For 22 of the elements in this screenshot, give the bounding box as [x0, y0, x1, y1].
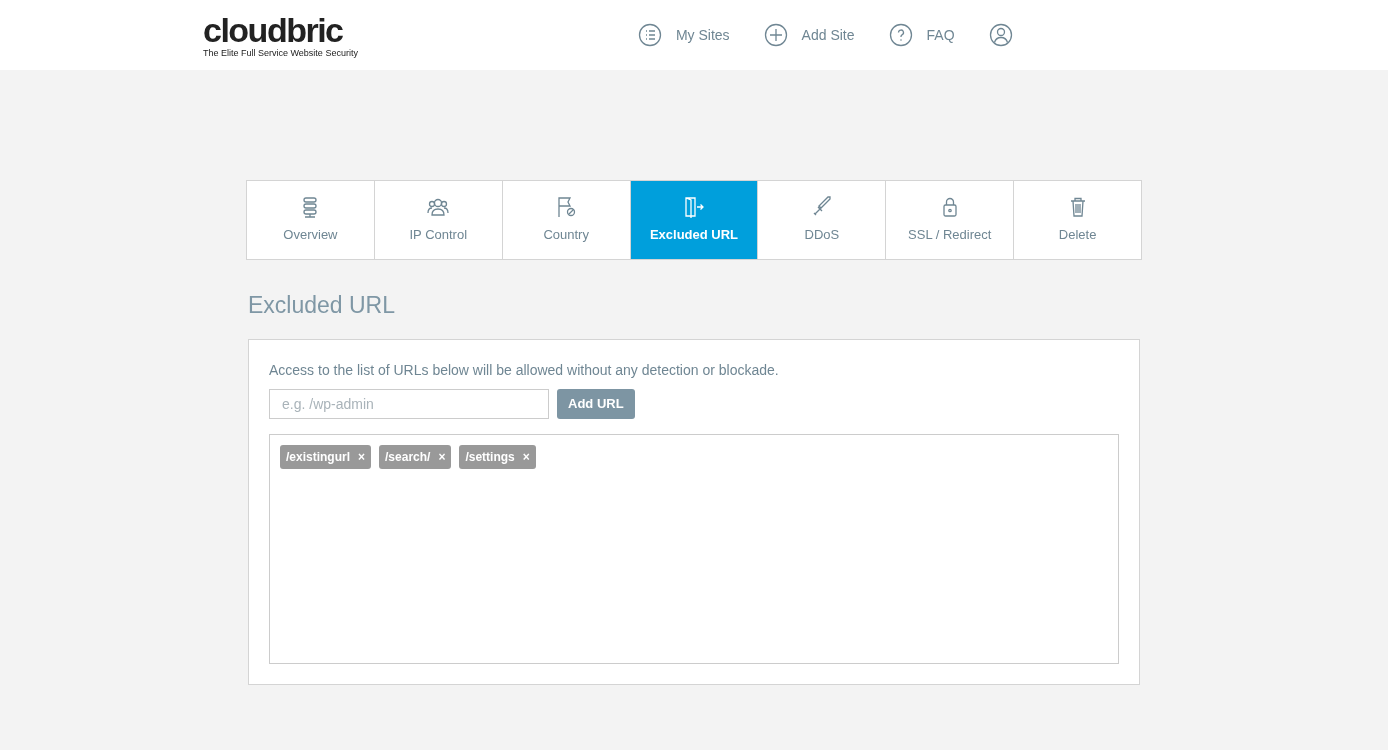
list-icon — [637, 23, 662, 47]
description: Access to the list of URLs below will be allowed without any detection or blockade. — [269, 360, 780, 380]
remove-tag-button[interactable]: × — [522, 447, 530, 466]
url-tag-label: /settings — [465, 448, 515, 466]
url-tag-label: /existingurl — [286, 448, 350, 466]
help-icon — [888, 23, 913, 47]
tab[interactable]: Excluded URL — [630, 181, 759, 259]
add-url-button[interactable]: Add URL — [557, 388, 635, 419]
nav-link[interactable]: FAQ — [888, 23, 955, 47]
remove-tag-button[interactable]: × — [438, 447, 446, 466]
url-tag-area[interactable]: /existingurl × /search/ × /settings × — [269, 433, 1119, 664]
logo: cloudbric — [203, 12, 344, 47]
tagline: The Elite Full Service Website Security — [203, 48, 358, 58]
section-title: Excluded URL — [248, 291, 397, 320]
door-exit-icon — [682, 195, 706, 220]
nav-link[interactable]: Add Site — [763, 23, 855, 47]
url-tag-label: /search/ — [385, 448, 431, 466]
url-input-field[interactable]: e.g. /wp-admin — [269, 388, 549, 419]
nav-link[interactable]: My Sites — [637, 23, 730, 47]
user-icon[interactable] — [988, 23, 1013, 47]
plus-icon — [763, 23, 788, 47]
remove-tag-button[interactable]: × — [358, 447, 366, 466]
